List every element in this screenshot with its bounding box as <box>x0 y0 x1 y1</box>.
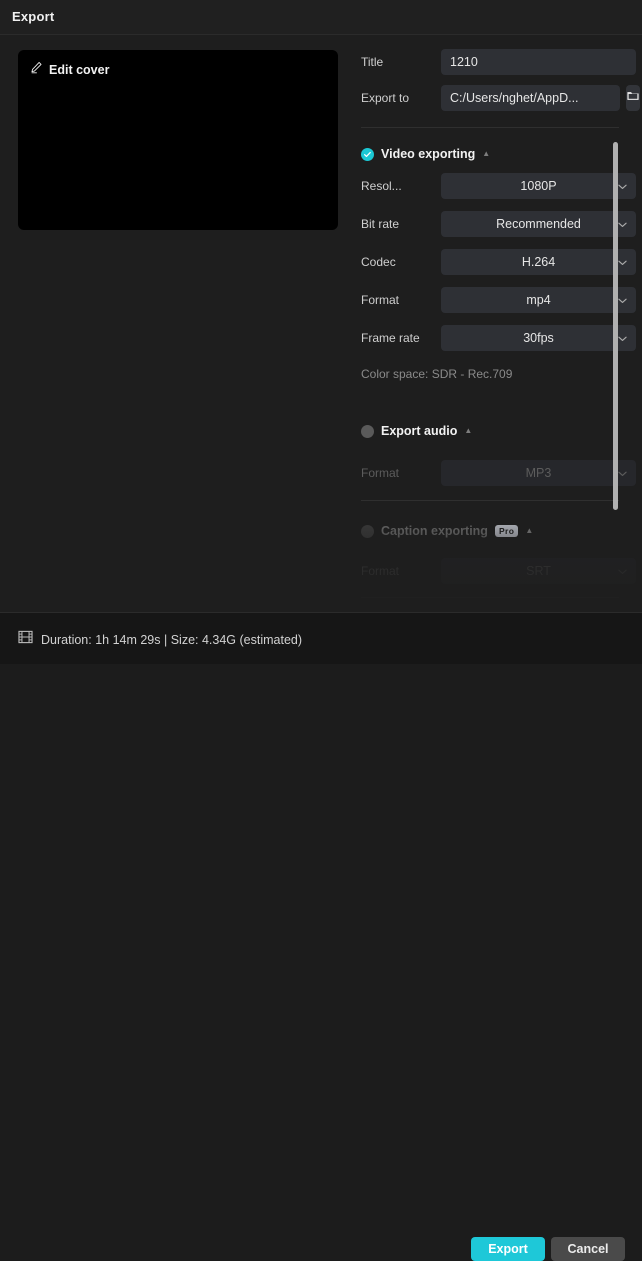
framerate-select[interactable]: 30fps <box>441 325 636 351</box>
edit-cover-label: Edit cover <box>49 63 109 77</box>
resolution-row: Resol... 1080P <box>361 173 636 199</box>
chevron-up-icon[interactable]: ▲ <box>464 427 472 435</box>
section-divider-top <box>361 127 619 128</box>
format-label: Format <box>361 293 441 307</box>
resolution-value: 1080P <box>520 179 556 193</box>
framerate-row: Frame rate 30fps <box>361 325 636 351</box>
format-row: Format mp4 <box>361 287 636 313</box>
chevron-down-icon <box>618 177 627 195</box>
audio-format-value: MP3 <box>526 466 552 480</box>
bitrate-label: Bit rate <box>361 217 441 231</box>
export-audio-label: Export audio <box>381 424 457 438</box>
export-summary: Duration: 1h 14m 29s | Size: 4.34G (esti… <box>18 630 302 649</box>
codec-value: H.264 <box>522 255 555 269</box>
caption-format-row: Format SRT <box>361 558 636 584</box>
export-to-row: Export to <box>361 85 636 111</box>
chevron-up-icon[interactable]: ▲ <box>482 150 490 158</box>
dialog-title: Export <box>12 9 54 24</box>
export-button[interactable]: Export <box>471 1237 545 1261</box>
duration-size-text: Duration: 1h 14m 29s | Size: 4.34G (esti… <box>41 633 302 647</box>
format-value: mp4 <box>526 293 550 307</box>
framerate-label: Frame rate <box>361 331 441 345</box>
film-icon <box>18 630 33 649</box>
export-settings-form: Title Export to <box>355 40 642 612</box>
cancel-button[interactable]: Cancel <box>551 1237 625 1261</box>
bitrate-select[interactable]: Recommended <box>441 211 636 237</box>
codec-select[interactable]: H.264 <box>441 249 636 275</box>
video-exporting-label: Video exporting <box>381 147 475 161</box>
settings-scrollbar[interactable] <box>612 142 619 510</box>
export-audio-checkbox[interactable] <box>361 425 374 438</box>
chevron-down-icon <box>618 253 627 271</box>
cover-preview-panel[interactable]: Edit cover <box>18 50 338 230</box>
chevron-down-icon <box>618 562 627 580</box>
export-to-label: Export to <box>361 91 441 105</box>
bitrate-row: Bit rate Recommended <box>361 211 636 237</box>
codec-row: Codec H.264 <box>361 249 636 275</box>
section-divider-audio <box>361 500 619 501</box>
dialog-footer: Duration: 1h 14m 29s | Size: 4.34G (esti… <box>0 612 642 664</box>
caption-format-label: Format <box>361 564 441 578</box>
title-input[interactable] <box>441 49 636 75</box>
video-exporting-checkbox[interactable] <box>361 148 374 161</box>
bitrate-value: Recommended <box>496 217 581 231</box>
chevron-down-icon <box>618 215 627 233</box>
pencil-icon <box>30 61 43 79</box>
resolution-label: Resol... <box>361 179 441 193</box>
scrollbar-thumb[interactable] <box>613 142 618 510</box>
browse-folder-button[interactable] <box>626 85 640 111</box>
framerate-value: 30fps <box>523 331 554 345</box>
title-label: Title <box>361 55 441 69</box>
chevron-down-icon <box>618 329 627 347</box>
dialog-titlebar: Export <box>0 0 642 35</box>
video-exporting-header: Video exporting ▲ <box>361 147 490 161</box>
export-audio-header: Export audio ▲ <box>361 424 472 438</box>
export-path-input[interactable] <box>441 85 620 111</box>
caption-exporting-label: Caption exporting <box>381 524 488 538</box>
audio-format-select[interactable]: MP3 <box>441 460 636 486</box>
pro-badge: Pro <box>495 525 518 537</box>
chevron-up-icon[interactable]: ▲ <box>525 527 533 535</box>
caption-format-value: SRT <box>526 564 551 578</box>
audio-format-label: Format <box>361 466 441 480</box>
chevron-down-icon <box>618 291 627 309</box>
section-divider-bottom <box>361 597 619 598</box>
format-select[interactable]: mp4 <box>441 287 636 313</box>
audio-format-row: Format MP3 <box>361 460 636 486</box>
edit-cover-button[interactable]: Edit cover <box>30 61 109 79</box>
resolution-select[interactable]: 1080P <box>441 173 636 199</box>
chevron-down-icon <box>618 464 627 482</box>
caption-format-select[interactable]: SRT <box>441 558 636 584</box>
caption-exporting-header: Caption exporting Pro ▲ <box>361 524 533 538</box>
color-space-text: Color space: SDR - Rec.709 <box>361 367 512 381</box>
title-row: Title <box>361 49 636 75</box>
codec-label: Codec <box>361 255 441 269</box>
caption-exporting-checkbox[interactable] <box>361 525 374 538</box>
folder-icon <box>626 89 640 108</box>
export-dialog: Export Edit cover Title Export to <box>0 0 642 664</box>
